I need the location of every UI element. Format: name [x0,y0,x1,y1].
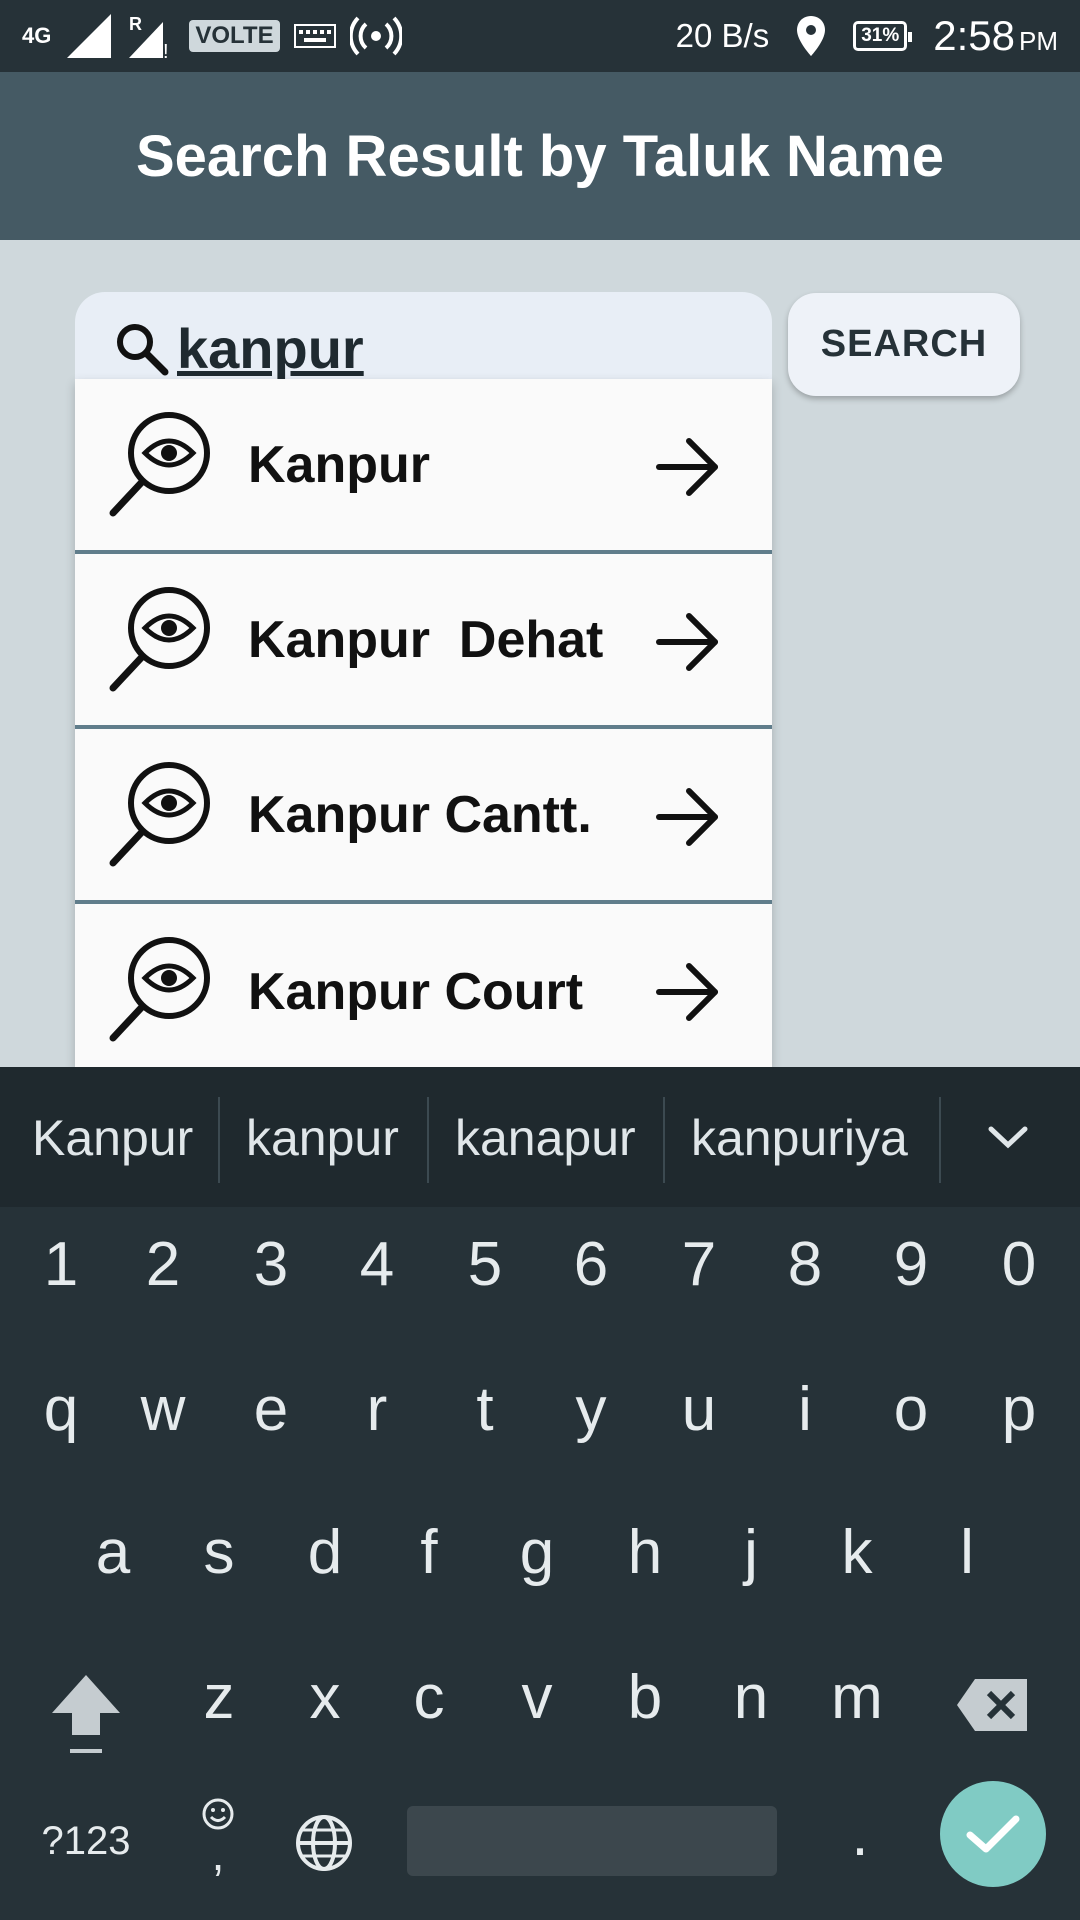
app-bar: Search Result by Taluk Name [0,72,1080,240]
key-m[interactable]: m [812,1662,902,1733]
clock-time: 2:58 [933,12,1015,59]
view-search-icon [109,762,210,867]
arrow-right-icon [656,963,718,1021]
key-n[interactable]: n [706,1662,796,1733]
key-j[interactable]: j [706,1517,796,1588]
key-i[interactable]: i [760,1374,850,1445]
search-query-text[interactable]: kanpur [177,316,364,381]
key-4[interactable]: 4 [332,1229,422,1300]
strip-divider [427,1097,429,1183]
status-right: 20 B/s 31% 2:58 PM [676,0,1058,72]
space-bar[interactable] [407,1806,777,1876]
key-s[interactable]: s [174,1517,264,1588]
location-icon [797,16,826,56]
strip-divider [939,1097,941,1183]
key-6[interactable]: 6 [546,1229,636,1300]
key-c[interactable]: c [384,1662,474,1733]
key-q[interactable]: q [16,1374,106,1445]
key-t[interactable]: t [440,1374,530,1445]
key-b[interactable]: b [600,1662,690,1733]
key-l[interactable]: l [922,1517,1012,1588]
key-y[interactable]: y [546,1374,636,1445]
word-suggestion[interactable]: kanpuriya [691,1109,908,1167]
strip-divider [663,1097,665,1183]
key-7[interactable]: 7 [654,1229,744,1300]
word-suggestion-strip: Kanpur kanpur kanapur kanpuriya [0,1067,1080,1207]
backspace-icon[interactable] [955,1675,1031,1735]
key-0[interactable]: 0 [974,1229,1064,1300]
key-w[interactable]: w [118,1374,208,1445]
word-suggestion[interactable]: Kanpur [32,1109,193,1167]
comma-emoji-key[interactable]: , [198,1797,238,1880]
suggestion-list: Kanpur Kanpur Dehat Kanpur Cantt. Kanpur… [75,379,772,1067]
check-icon [966,1815,1020,1853]
shift-icon[interactable] [48,1671,124,1755]
comma-key-label: , [211,1828,225,1880]
network-speed: 20 B/s [675,17,770,54]
key-x[interactable]: x [280,1662,370,1733]
search-icon [117,324,169,376]
roaming-indicator: R [129,14,142,34]
key-o[interactable]: o [866,1374,956,1445]
word-suggestion[interactable]: kanpur [246,1109,399,1167]
keyboard-icon [293,24,336,48]
clock-ampm: PM [1019,26,1058,56]
arrow-right-icon [656,788,718,846]
search-input[interactable]: kanpur [75,292,772,392]
key-v[interactable]: v [492,1662,582,1733]
view-search-icon [109,937,210,1042]
key-e[interactable]: e [226,1374,316,1445]
battery-indicator: 31% [853,21,913,51]
signal-roaming-icon: R! [129,14,169,60]
key-5[interactable]: 5 [440,1229,530,1300]
enter-key[interactable] [940,1781,1046,1887]
svg-text:!: ! [163,41,169,60]
key-d[interactable]: d [280,1517,370,1588]
search-button[interactable]: SEARCH [788,293,1020,396]
key-1[interactable]: 1 [16,1229,106,1300]
view-search-icon [109,412,210,517]
suggestion-label: Kanpur [248,435,430,494]
globe-icon[interactable] [294,1813,354,1873]
suggestion-label: Kanpur Cantt. [248,785,592,844]
clock: 2:58 PM [933,12,1058,60]
suggestion-item[interactable]: Kanpur Cantt. [75,729,772,904]
key-9[interactable]: 9 [866,1229,956,1300]
volte-badge: VOLTE [189,20,280,52]
suggestion-label: Kanpur Court [248,962,584,1021]
key-u[interactable]: u [654,1374,744,1445]
suggestion-item[interactable]: Kanpur Court [75,904,772,1067]
symbols-key[interactable]: ?123 [40,1819,132,1864]
key-g[interactable]: g [492,1517,582,1588]
key-k[interactable]: k [812,1517,902,1588]
status-left: 4G R! VOLTE [22,0,402,72]
suggestion-label: Kanpur Dehat [248,610,604,669]
period-key[interactable]: . [815,1799,905,1870]
page-title: Search Result by Taluk Name [135,123,944,189]
key-2[interactable]: 2 [118,1229,208,1300]
key-a[interactable]: a [68,1517,158,1588]
smiley-icon [202,1798,234,1830]
network-type: 4G [22,23,52,48]
key-3[interactable]: 3 [226,1229,316,1300]
chevron-down-icon[interactable] [985,1117,1031,1157]
suggestion-item[interactable]: Kanpur [75,379,772,554]
key-f[interactable]: f [384,1517,474,1588]
strip-divider [218,1097,220,1183]
status-bar: 4G R! VOLTE 20 B/s 31% 2:58 PM [0,0,1080,72]
hotspot-icon [349,16,402,56]
arrow-right-icon [656,438,718,496]
arrow-right-icon [656,613,718,671]
suggestion-item[interactable]: Kanpur Dehat [75,554,772,729]
key-z[interactable]: z [174,1662,264,1733]
view-search-icon [109,587,210,692]
word-suggestion[interactable]: kanapur [455,1109,636,1167]
soft-keyboard: Kanpur kanpur kanapur kanpuriya 12345678… [0,1067,1080,1920]
signal-icon [67,14,112,58]
key-r[interactable]: r [332,1374,422,1445]
key-p[interactable]: p [974,1374,1064,1445]
key-8[interactable]: 8 [760,1229,850,1300]
key-h[interactable]: h [600,1517,690,1588]
